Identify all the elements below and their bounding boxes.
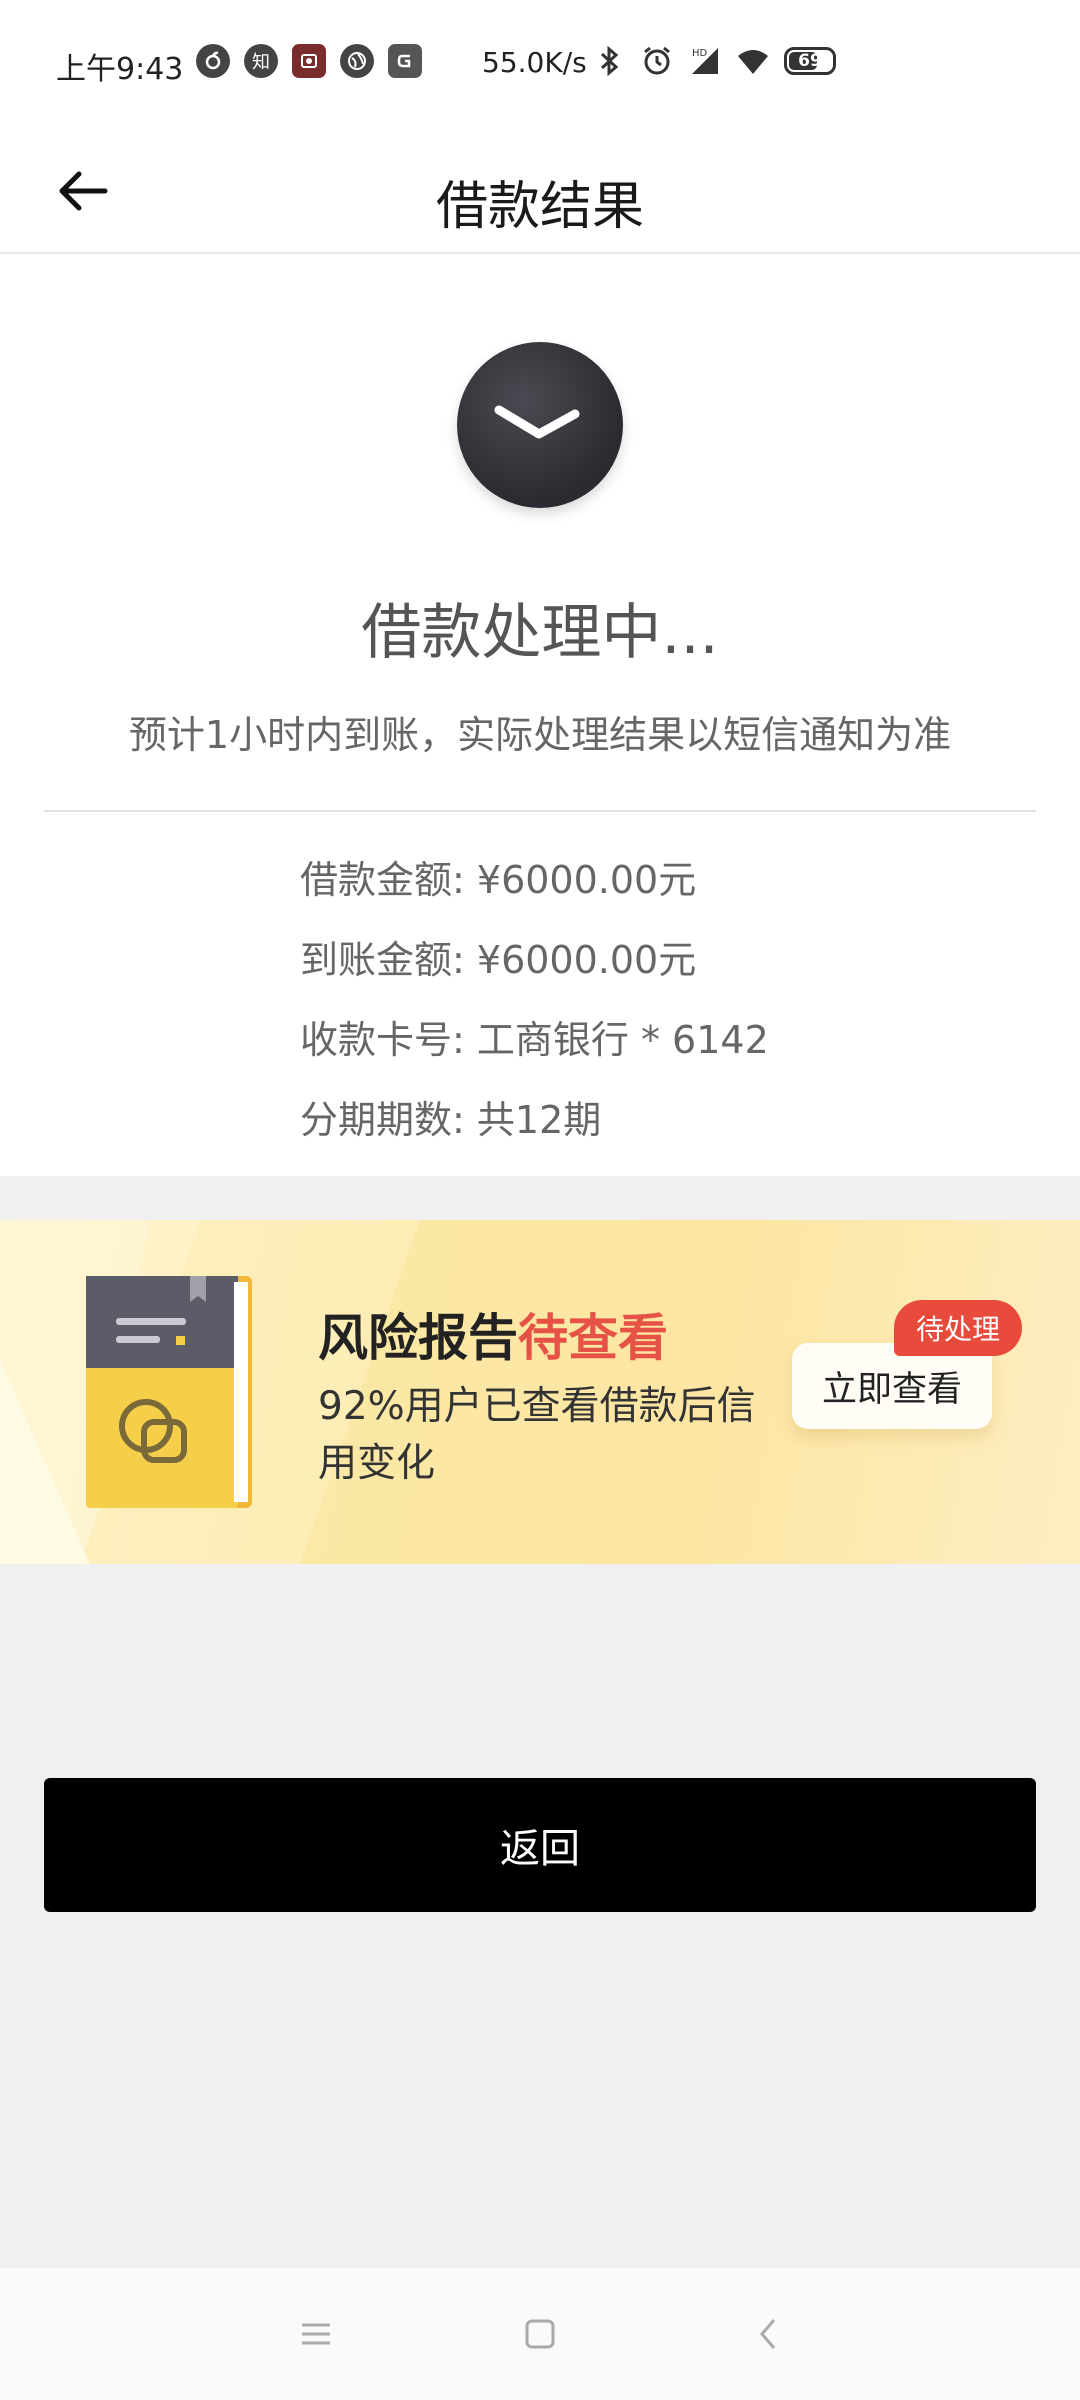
navigation-bar: 借款结果 bbox=[0, 130, 1080, 254]
alarm-icon bbox=[644, 46, 670, 75]
loan-status-card: 借款处理中... 预计1小时内到账，实际处理结果以短信通知为准 借款金额: ¥6… bbox=[0, 254, 1080, 1176]
chevron-left-icon bbox=[760, 2319, 776, 2349]
detail-row-installments: 分期期数: 共12期 bbox=[300, 1090, 769, 1170]
clock-icon bbox=[457, 342, 623, 508]
banner-description: 92%用户已查看借款后信用变化 bbox=[318, 1384, 756, 1486]
home-button[interactable] bbox=[514, 2308, 566, 2360]
cellular-signal-icon: HD bbox=[692, 48, 718, 74]
status-title: 借款处理中... bbox=[361, 598, 719, 668]
menu-icon bbox=[302, 2323, 330, 2345]
status-subtitle: 预计1小时内到账，实际处理结果以短信通知为准 bbox=[128, 713, 952, 757]
weibo-icon bbox=[292, 44, 326, 78]
network-speed: 55.0K/s bbox=[482, 46, 587, 79]
banner-title: 风险报告待查看 bbox=[318, 1298, 668, 1370]
banner-title-main: 风险报告 bbox=[318, 1309, 518, 1367]
wifi-icon bbox=[738, 50, 768, 74]
zhihu-icon: 知 bbox=[244, 44, 278, 78]
return-button[interactable]: 返回 bbox=[44, 1778, 1036, 1912]
svg-text:HD: HD bbox=[692, 48, 708, 59]
detail-label: 到账金额: bbox=[300, 938, 477, 982]
detail-row-loan-amount: 借款金额: ¥6000.00元 bbox=[300, 850, 769, 930]
detail-value: 共12期 bbox=[476, 1098, 602, 1142]
menu-button[interactable] bbox=[290, 2308, 342, 2360]
detail-value: ¥6000.00元 bbox=[476, 858, 697, 902]
detail-label: 借款金额: bbox=[300, 858, 477, 902]
system-status-icons: HD 69 bbox=[592, 44, 836, 78]
status-time: 上午9:43 bbox=[56, 52, 184, 87]
netease-music-icon bbox=[196, 44, 230, 78]
banner-title-highlight: 待查看 bbox=[518, 1309, 668, 1367]
status-bar: 上午9:43 知 55.0K/s HD 69 bbox=[0, 0, 1080, 130]
battery-icon: 69 bbox=[784, 47, 836, 75]
pending-badge: 待处理 bbox=[894, 1300, 1022, 1356]
system-back-button[interactable] bbox=[742, 2308, 794, 2360]
system-navigation-bar bbox=[0, 2268, 1080, 2400]
detail-value: 工商银行 * 6142 bbox=[476, 1018, 769, 1062]
loan-details: 借款金额: ¥6000.00元 到账金额: ¥6000.00元 收款卡号: 工商… bbox=[300, 850, 769, 1170]
detail-row-card-number: 收款卡号: 工商银行 * 6142 bbox=[300, 1010, 769, 1090]
detail-label: 收款卡号: bbox=[300, 1018, 477, 1062]
game-icon bbox=[388, 44, 422, 78]
report-book-icon bbox=[86, 1276, 252, 1508]
home-square-icon bbox=[525, 2319, 555, 2349]
risk-report-banner[interactable]: 风险报告待查看 92%用户已查看借款后信用变化 立即查看 待处理 bbox=[0, 1220, 1080, 1564]
detail-value: ¥6000.00元 bbox=[476, 938, 697, 982]
detail-label: 分期期数: bbox=[300, 1098, 477, 1142]
page-title: 借款结果 bbox=[435, 177, 644, 237]
detail-row-received-amount: 到账金额: ¥6000.00元 bbox=[300, 930, 769, 1010]
browser-icon bbox=[340, 44, 374, 78]
divider bbox=[44, 810, 1036, 812]
notification-icons: 知 bbox=[196, 44, 422, 78]
bluetooth-icon bbox=[600, 45, 619, 77]
loan-result-screen: 上午9:43 知 55.0K/s HD 69 借款结果 借款处理中... 预计1… bbox=[0, 0, 1080, 2400]
